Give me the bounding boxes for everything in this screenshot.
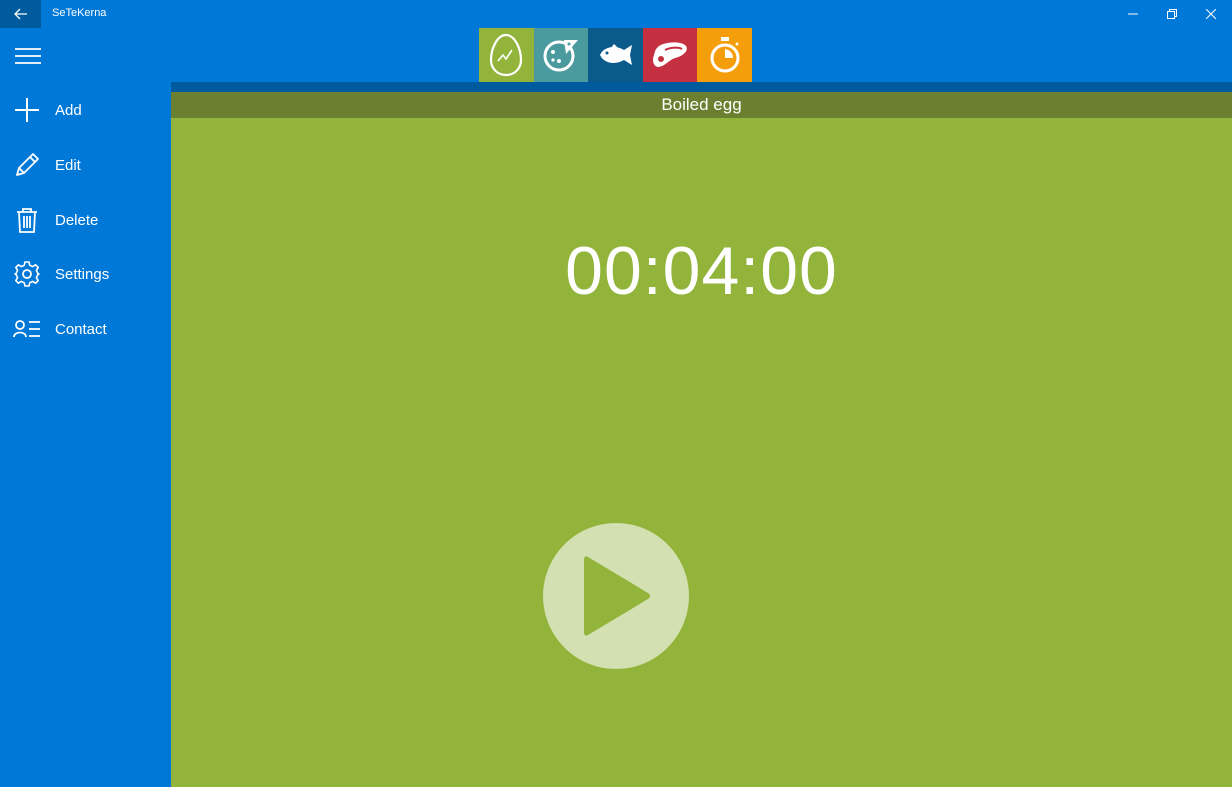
- pencil-icon: [13, 151, 41, 179]
- restore-icon: [1167, 9, 1177, 19]
- hamburger-icon: [15, 47, 41, 64]
- category-pizza-tile[interactable]: [533, 28, 589, 82]
- nav-settings[interactable]: Settings: [0, 250, 171, 298]
- timer-display: 00:04:00: [565, 233, 838, 309]
- close-button[interactable]: [1191, 0, 1231, 28]
- recipe-header: Boiled egg: [171, 92, 1232, 118]
- main-top-strip: [171, 82, 1232, 92]
- nav-add-label: Add: [55, 101, 82, 119]
- minimize-icon: [1128, 13, 1138, 15]
- nav-delete[interactable]: Delete: [0, 196, 171, 244]
- nav-delete-label: Delete: [55, 211, 99, 229]
- fish-icon: [600, 44, 633, 65]
- nav-add[interactable]: Add: [0, 86, 171, 134]
- nav-contact[interactable]: Contact: [0, 305, 171, 353]
- sidebar: Add Edit Delete Settings Contact: [0, 28, 171, 787]
- recipe-title: Boiled egg: [661, 95, 742, 114]
- category-egg-tile[interactable]: [479, 28, 534, 82]
- play-icon: [584, 556, 650, 636]
- restore-button[interactable]: [1152, 0, 1192, 28]
- nav-edit-label: Edit: [55, 156, 81, 174]
- plus-icon: [13, 96, 41, 124]
- title-bar: SeTeKerna: [0, 0, 1232, 28]
- category-fish-tile[interactable]: [588, 28, 643, 82]
- trash-icon: [13, 206, 41, 234]
- category-tiles: [479, 28, 752, 82]
- back-arrow-icon: [13, 8, 27, 20]
- back-button[interactable]: [0, 0, 41, 28]
- close-icon: [1206, 9, 1216, 19]
- category-timer-tile[interactable]: [697, 28, 752, 82]
- minimize-button[interactable]: [1113, 0, 1153, 28]
- hamburger-menu-button[interactable]: [0, 28, 56, 83]
- nav-settings-label: Settings: [55, 265, 110, 283]
- contact-list-icon: [13, 315, 41, 343]
- nav-edit[interactable]: Edit: [0, 141, 171, 189]
- gear-icon: [13, 260, 41, 288]
- category-meat-tile[interactable]: [642, 28, 698, 82]
- main-panel: Boiled egg 00:04:00: [171, 92, 1232, 787]
- steak-icon: [653, 42, 687, 67]
- stopwatch-icon: [710, 37, 740, 73]
- play-button[interactable]: [543, 523, 689, 669]
- nav-contact-label: Contact: [55, 320, 107, 338]
- pizza-icon: [543, 40, 578, 72]
- egg-icon: [490, 33, 523, 77]
- app-title: SeTeKerna: [52, 7, 107, 19]
